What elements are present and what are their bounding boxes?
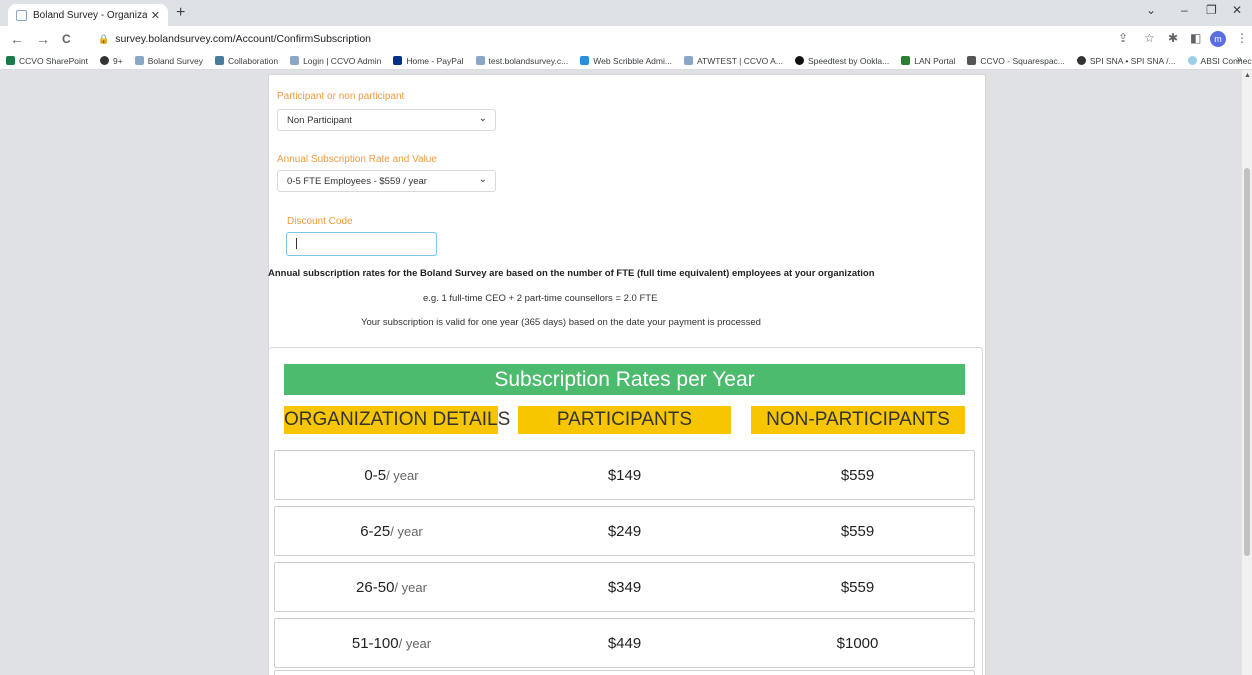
bookmarks-bar: CCVO SharePoint 9+ Boland Survey Collabo… <box>0 52 1252 70</box>
bookmark-favicon-icon <box>6 56 15 65</box>
participant-price-cell: $449 <box>607 635 642 652</box>
scroll-up-icon[interactable]: ▲ <box>1244 72 1251 79</box>
non-participant-price-cell: $1000 <box>836 635 879 652</box>
table-row <box>274 670 975 675</box>
bookmark-item[interactable]: CCVO - Squarespac... <box>967 56 1065 66</box>
restore-button[interactable]: ❐ <box>1206 3 1217 17</box>
bookmark-item[interactable]: CCVO SharePoint <box>6 56 88 66</box>
bookmark-favicon-icon <box>475 56 485 65</box>
bookmark-favicon-icon <box>1187 56 1197 65</box>
participant-price-cell: $149 <box>607 467 642 484</box>
bookmark-favicon-icon <box>134 56 144 65</box>
minimize-button[interactable]: – <box>1181 3 1188 17</box>
non-participant-price-cell: $559 <box>840 579 875 596</box>
rates-basis-text: Annual subscription rates for the Boland… <box>268 268 875 279</box>
scrollbar-thumb[interactable] <box>1244 168 1250 556</box>
menu-icon[interactable]: ⋮ <box>1236 31 1248 45</box>
address-bar-row: ← → C 🔒 survey.bolandsurvey.com/Account/… <box>0 26 1252 52</box>
participant-select[interactable]: Non Participant ⌄ <box>277 109 496 131</box>
vertical-scrollbar[interactable]: ▲ <box>1242 70 1252 675</box>
extensions-icon[interactable]: ✱ <box>1168 31 1178 45</box>
side-panel-icon[interactable]: ◧ <box>1190 31 1201 45</box>
header-non-participants: NON-PARTICIPANTS <box>751 406 965 434</box>
bookmark-item[interactable]: ATWTEST | CCVO A... <box>683 56 783 66</box>
bookmark-item[interactable]: Boland Survey <box>134 56 203 66</box>
bookmark-item[interactable]: Web Scribble Admi... <box>580 56 672 66</box>
page-viewport: ▲ Participant or non participant Non Par… <box>0 70 1252 675</box>
table-row: 0-5/ year $149 $559 <box>274 450 975 500</box>
bookmark-favicon-icon <box>1076 56 1086 65</box>
profile-avatar[interactable]: m <box>1210 31 1226 47</box>
active-tab[interactable]: Boland Survey - Organization Re ✕ <box>8 4 168 26</box>
rate-select-value: 0-5 FTE Employees - $559 / year <box>287 175 427 187</box>
bookmark-favicon-icon <box>214 56 224 65</box>
bookmark-item[interactable]: 9+ <box>99 56 123 66</box>
non-participant-price-cell: $559 <box>840 523 875 540</box>
rate-label: Annual Subscription Rate and Value <box>277 154 437 165</box>
bookmark-item[interactable]: Collaboration <box>214 56 278 66</box>
bookmark-favicon-icon <box>794 56 804 65</box>
rates-title: Subscription Rates per Year <box>284 364 965 395</box>
validity-text: Your subscription is valid for one year … <box>361 317 761 328</box>
participant-price-cell: $249 <box>607 523 642 540</box>
tab-close-icon[interactable]: ✕ <box>151 9 160 22</box>
table-row: 51-100/ year $449 $1000 <box>274 618 975 668</box>
bookmark-item[interactable]: SPI SNA • SPI SNA /... <box>1076 56 1176 66</box>
share-icon[interactable]: ⇪ <box>1118 31 1128 45</box>
bookmark-favicon-icon <box>580 56 590 65</box>
bookmark-favicon-icon <box>683 56 693 65</box>
bookmark-item[interactable]: LAN Portal <box>901 56 955 66</box>
url-text: survey.bolandsurvey.com/Account/ConfirmS… <box>115 33 372 45</box>
tab-title: Boland Survey - Organization Re <box>33 9 147 21</box>
rate-select[interactable]: 0-5 FTE Employees - $559 / year ⌄ <box>277 170 496 192</box>
chevron-down-icon: ⌄ <box>478 113 487 124</box>
org-size-cell: 26-50/ year <box>356 579 427 596</box>
org-size-cell: 51-100/ year <box>351 635 432 652</box>
table-row: 26-50/ year $349 $559 <box>274 562 975 612</box>
bookmarks-overflow-button[interactable]: » <box>1236 54 1242 65</box>
bookmark-item[interactable]: Speedtest by Ookla... <box>794 56 889 66</box>
close-window-button[interactable]: ✕ <box>1232 3 1242 17</box>
participant-select-value: Non Participant <box>287 114 352 126</box>
fte-example-text: e.g. 1 full-time CEO + 2 part-time couns… <box>423 293 658 304</box>
bookmark-favicon-icon <box>967 56 977 65</box>
bookmark-star-icon[interactable]: ☆ <box>1144 31 1155 45</box>
discount-code-input[interactable] <box>286 232 437 256</box>
org-size-cell: 0-5/ year <box>364 467 419 484</box>
reload-button[interactable]: C <box>62 30 71 48</box>
bookmark-item[interactable]: ABSI Connect <box>1187 56 1252 66</box>
discount-label: Discount Code <box>287 216 353 227</box>
bookmark-favicon-icon <box>99 56 109 65</box>
bookmark-item[interactable]: Home - PayPal <box>393 56 464 66</box>
non-participant-price-cell: $559 <box>840 467 875 484</box>
back-button[interactable]: ← <box>10 30 24 48</box>
lock-icon: 🔒 <box>98 33 110 44</box>
tab-search-icon[interactable]: ⌄ <box>1146 3 1156 17</box>
bookmark-favicon-icon <box>901 56 911 65</box>
bookmark-favicon-icon <box>290 56 300 65</box>
bookmark-favicon-icon <box>393 56 403 65</box>
table-row: 6-25/ year $249 $559 <box>274 506 975 556</box>
org-size-cell: 6-25/ year <box>360 523 423 540</box>
url-field[interactable]: 🔒 survey.bolandsurvey.com/Account/Confir… <box>92 29 1102 49</box>
text-cursor <box>296 238 297 249</box>
page-favicon-icon <box>16 9 27 21</box>
header-participants: PARTICIPANTS <box>518 406 731 434</box>
participant-price-cell: $349 <box>607 579 642 596</box>
bookmark-item[interactable]: Login | CCVO Admin <box>290 56 381 66</box>
participant-label: Participant or non participant <box>277 91 405 102</box>
chevron-down-icon: ⌄ <box>478 174 487 185</box>
tab-bar: Boland Survey - Organization Re ✕ + ⌄ – … <box>0 0 1252 26</box>
new-tab-button[interactable]: + <box>176 4 185 22</box>
forward-button[interactable]: → <box>36 30 50 48</box>
header-organization-details: ORGANIZATION DETAILS <box>284 406 510 434</box>
bookmark-item[interactable]: test.bolandsurvey.c... <box>475 56 568 66</box>
